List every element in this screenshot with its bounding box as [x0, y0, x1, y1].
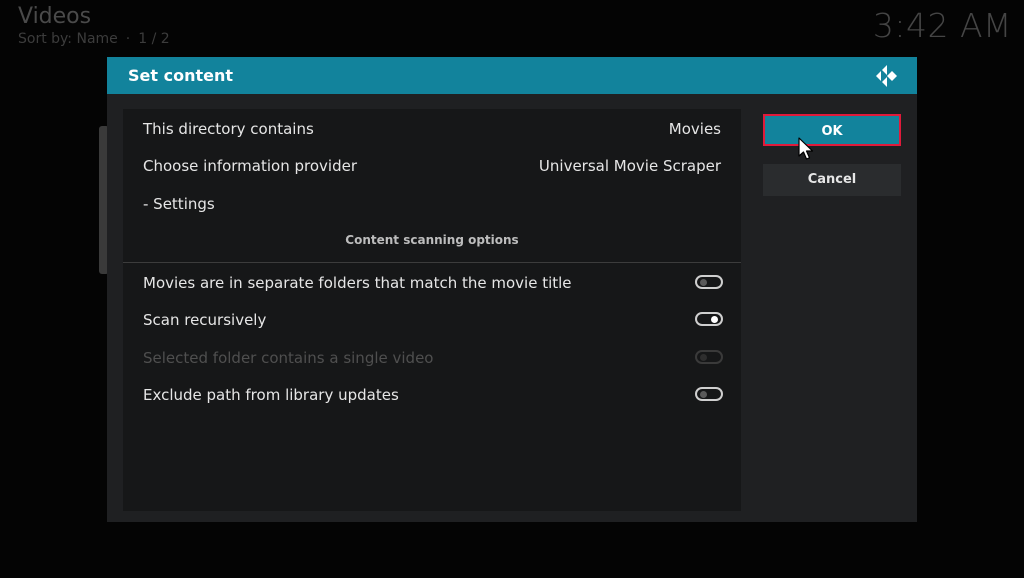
section-title: Content scanning options	[345, 233, 519, 247]
ok-button[interactable]: OK	[763, 114, 901, 146]
cancel-button[interactable]: Cancel	[763, 164, 901, 196]
mouse-cursor-icon	[798, 137, 814, 160]
dialog-title: Set content	[128, 66, 233, 85]
option-label: Selected folder contains a single video	[143, 349, 434, 367]
settings-panel: This directory contains Movies Choose in…	[123, 109, 741, 511]
divider	[123, 262, 741, 263]
toggle-knob	[711, 316, 718, 323]
set-content-dialog: Set content This directory contains Movi…	[107, 57, 917, 522]
directory-contains-row[interactable]: This directory contains Movies	[143, 111, 721, 147]
sort-label: Sort by: Name	[18, 31, 118, 47]
option-label: Scan recursively	[143, 311, 267, 329]
page-indicator: 1 / 2	[138, 31, 170, 47]
toggle-switch	[695, 350, 723, 364]
dialog-header: Set content	[107, 57, 917, 94]
row-label: This directory contains	[143, 120, 314, 138]
option-scan-recursively[interactable]: Scan recursively	[143, 302, 723, 338]
option-label: Exclude path from library updates	[143, 386, 399, 404]
row-label: Choose information provider	[143, 157, 357, 175]
settings-row[interactable]: - Settings	[143, 186, 721, 222]
toggle-knob	[700, 391, 707, 398]
toggle-switch[interactable]	[695, 275, 723, 289]
row-value: Universal Movie Scraper	[538, 157, 721, 175]
row-value: Movies	[668, 120, 721, 138]
window-title: Videos	[18, 4, 92, 29]
clock: 3:42 AM	[872, 6, 1012, 45]
option-single-video: Selected folder contains a single video	[143, 340, 723, 376]
information-provider-row[interactable]: Choose information provider Universal Mo…	[143, 148, 721, 184]
toggle-knob	[700, 279, 707, 286]
option-label: Movies are in separate folders that matc…	[143, 274, 572, 292]
option-exclude-path[interactable]: Exclude path from library updates	[143, 377, 723, 413]
option-separate-folders[interactable]: Movies are in separate folders that matc…	[143, 265, 723, 301]
toggle-switch[interactable]	[695, 387, 723, 401]
separator: ·	[125, 31, 131, 47]
sort-info: Sort by: Name · 1 / 2	[18, 31, 170, 47]
toggle-knob	[700, 354, 707, 361]
row-label: - Settings	[143, 195, 215, 213]
toggle-switch[interactable]	[695, 312, 723, 326]
kodi-logo-icon	[876, 65, 897, 87]
